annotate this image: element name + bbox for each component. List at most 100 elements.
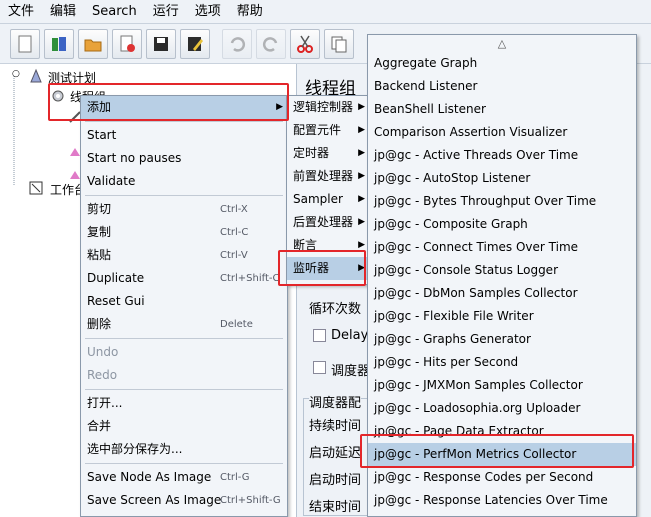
tree-expand-handle[interactable]: ○ [12,69,20,79]
listener-item-jp-gc-autostop-listener[interactable]: jp@gc - AutoStop Listener [368,167,636,190]
add-submenu-item[interactable]: Sampler ▶ [287,188,369,211]
save-icon [154,37,168,51]
listener-item-jp-gc-active-threads-over-time[interactable]: jp@gc - Active Threads Over Time [368,144,636,167]
save-button[interactable] [146,29,176,59]
close-button[interactable] [112,29,142,59]
shortcut-hint: Ctrl-G [220,472,250,483]
listener-item-backend-listener[interactable]: Backend Listener [368,75,636,98]
context-menu-item-label: 复制 [87,225,112,239]
context-menu: 添加 ▶ Start Start no pauses Validate 剪切 Ctrl-X 复… [80,95,288,517]
folder-icon [84,39,102,52]
context-menu-item[interactable]: Reset Gui [81,290,287,313]
undo-button[interactable] [222,29,252,59]
listener-item-label: jp@gc - Bytes Throughput Over Time [374,194,597,208]
listener-item-jp-gc-jmxmon-samples-collector[interactable]: jp@gc - JMXMon Samples Collector [368,374,636,397]
listener-item-jp-gc-graphs-generator[interactable]: jp@gc - Graphs Generator [368,328,636,351]
listener-item-label: jp@gc - DbMon Samples Collector [374,286,578,300]
context-menu-item[interactable]: 合并 [81,415,287,438]
listener-item-jp-gc-response-latencies-over-time[interactable]: jp@gc - Response Latencies Over Time [368,489,636,512]
delay-checkbox[interactable] [313,329,326,342]
menu-options[interactable]: 选项 [187,0,229,24]
redo-button[interactable] [256,29,286,59]
add-submenu-item[interactable]: 后置处理器 ▶ [287,211,369,234]
menu-separator [85,338,283,339]
new-button[interactable] [10,29,40,59]
listener-item-jp-gc-console-status-logger[interactable]: jp@gc - Console Status Logger [368,259,636,282]
context-menu-item[interactable]: Save Screen As Image Ctrl+Shift-G [81,489,287,512]
start-time-label: 启动时间 [309,473,362,488]
context-menu-item-label: Validate [87,174,136,188]
listener-item-jp-gc-dbmon-samples-collector[interactable]: jp@gc - DbMon Samples Collector [368,282,636,305]
context-menu-item-label: Start [87,128,117,142]
context-menu-item[interactable]: 剪切 Ctrl-X [81,198,287,221]
menu-edit[interactable]: 编辑 [42,0,84,24]
add-submenu-item-label: 配置元件 [293,123,342,137]
listener-item-label: jp@gc - AutoStop Listener [374,171,531,185]
add-submenu-item[interactable]: 逻辑控制器 ▶ [287,96,369,119]
submenu-arrow-icon: ▶ [358,125,365,135]
listener-item-aggregate-graph[interactable]: Aggregate Graph [368,52,636,75]
annotation-box-listener [278,250,366,286]
listener-item-comparison-assertion-visualizer[interactable]: Comparison Assertion Visualizer [368,121,636,144]
add-submenu-item[interactable]: 配置元件 ▶ [287,119,369,142]
listener-item-label: BeanShell Listener [374,102,486,116]
menu-separator [85,195,283,196]
add-submenu-item[interactable]: 前置处理器 ▶ [287,165,369,188]
context-menu-item[interactable]: Redo [81,364,287,387]
add-submenu-item-label: 逻辑控制器 [293,100,354,114]
annotation-box-perfmon [360,434,634,468]
templates-button[interactable] [44,29,74,59]
add-submenu-item[interactable]: 定时器 ▶ [287,142,369,165]
context-menu-item[interactable]: 打开... [81,392,287,415]
shortcut-hint: Ctrl+Shift-G [220,495,281,506]
cut-button[interactable] [290,29,320,59]
menu-separator [85,463,283,464]
submenu-arrow-icon: ▶ [358,148,365,158]
scheduler-checkbox[interactable] [313,361,326,374]
scissors-icon [297,35,313,53]
menu-search[interactable]: Search [84,0,145,24]
context-menu-item-label: Start no pauses [87,151,182,165]
shortcut-hint: Ctrl-C [220,227,249,238]
context-menu-item[interactable]: Undo [81,341,287,364]
listener-item-jp-gc-flexible-file-writer[interactable]: jp@gc - Flexible File Writer [368,305,636,328]
add-submenu-item-label: 前置处理器 [293,169,354,183]
undo-icon [230,37,246,52]
context-menu-item[interactable]: Save Node As Image Ctrl-G [81,466,287,489]
menu-separator [85,389,283,390]
scroll-up-arrow-icon[interactable]: △ [368,35,636,52]
shortcut-hint: Ctrl-V [220,250,248,261]
context-menu-item[interactable]: Start [81,124,287,147]
startup-delay-label: 启动延迟 [309,446,362,461]
open-button[interactable] [78,29,108,59]
workbench-icon [29,181,43,195]
context-menu-item[interactable]: 删除 Delete [81,313,287,336]
listener-item-jp-gc-response-codes-per-second[interactable]: jp@gc - Response Codes per Second [368,466,636,489]
context-menu-item[interactable]: Validate [81,170,287,193]
templates-icon [52,37,66,51]
menu-file[interactable]: 文件 [0,0,42,24]
save-as-button[interactable] [180,29,210,59]
context-menu-item[interactable]: 粘贴 Ctrl-V [81,244,287,267]
listener-item-jp-gc-composite-graph[interactable]: jp@gc - Composite Graph [368,213,636,236]
context-menu-item-label: 打开... [87,396,123,410]
listener-item-beanshell-listener[interactable]: BeanShell Listener [368,98,636,121]
listener-item-jp-gc-hits-per-second[interactable]: jp@gc - Hits per Second [368,351,636,374]
listener-item-jp-gc-loadosophia-org-uploader[interactable]: jp@gc - Loadosophia.org Uploader [368,397,636,420]
copy-button[interactable] [324,29,354,59]
submenu-arrow-icon: ▶ [358,102,365,112]
menu-help[interactable]: 帮助 [229,0,271,24]
context-menu-item-label: Reset Gui [87,294,145,308]
context-menu-item[interactable]: 复制 Ctrl-C [81,221,287,244]
listener-item-label: jp@gc - Graphs Generator [374,332,531,346]
listener-item-jp-gc-connect-times-over-time[interactable]: jp@gc - Connect Times Over Time [368,236,636,259]
submenu-arrow-icon: ▶ [358,194,365,204]
listener-item-label: jp@gc - Console Status Logger [374,263,558,277]
context-menu-item[interactable]: 选中部分保存为... [81,438,287,461]
scheduler-config-label: 调度器配 [309,392,362,411]
context-menu-item[interactable]: Start no pauses [81,147,287,170]
context-menu-item[interactable]: Duplicate Ctrl+Shift-C [81,267,287,290]
submenu-arrow-icon: ▶ [358,171,365,181]
menu-run[interactable]: 运行 [145,0,187,24]
listener-item-jp-gc-bytes-throughput-over-time[interactable]: jp@gc - Bytes Throughput Over Time [368,190,636,213]
